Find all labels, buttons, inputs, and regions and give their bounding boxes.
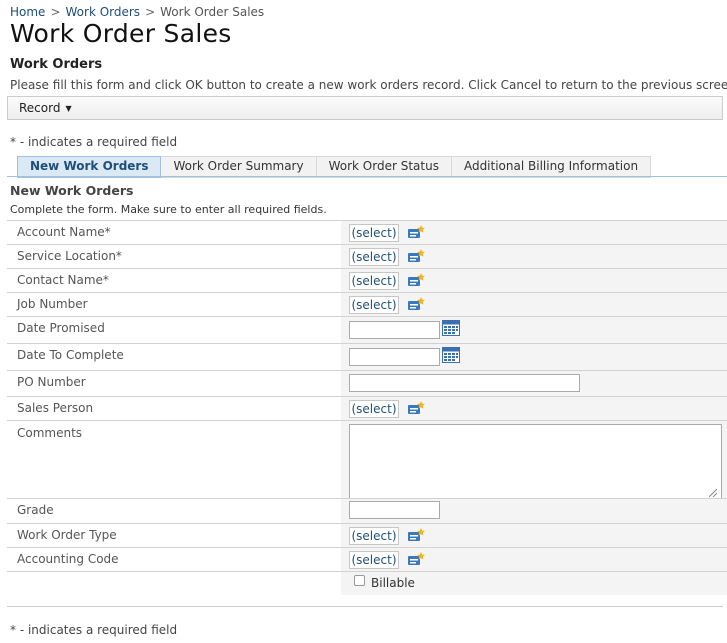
job-number-select-button[interactable]: (select) bbox=[349, 296, 399, 314]
breadcrumb-home[interactable]: Home bbox=[10, 5, 45, 19]
page-title: Work Order Sales bbox=[10, 19, 232, 48]
breadcrumb-current: Work Order Sales bbox=[160, 5, 265, 19]
form-title: New Work Orders bbox=[10, 183, 134, 198]
job-number-label: Job Number bbox=[17, 297, 88, 311]
record-toolbar: Record ▼ bbox=[7, 96, 723, 120]
lookup-icon[interactable] bbox=[407, 401, 425, 415]
row-job-number: Job Number (select) bbox=[7, 292, 727, 316]
date-promised-input[interactable] bbox=[349, 321, 440, 339]
required-field-note-bottom: * - indicates a required field bbox=[10, 623, 178, 637]
row-work-order-type: Work Order Type (select) bbox=[7, 523, 727, 547]
row-accounting-code: Accounting Code (select) bbox=[7, 547, 727, 571]
billable-checkbox[interactable] bbox=[354, 575, 365, 586]
service-location-label: Service Location* bbox=[17, 249, 122, 263]
row-contact-name: Contact Name* (select) bbox=[7, 268, 727, 292]
service-location-select-button[interactable]: (select) bbox=[349, 248, 399, 266]
row-account-name: Account Name* (select) bbox=[7, 220, 727, 244]
row-po-number: PO Number bbox=[7, 370, 727, 396]
accounting-code-label: Accounting Code bbox=[17, 552, 119, 566]
lookup-icon[interactable] bbox=[407, 528, 425, 542]
breadcrumb-separator: > bbox=[145, 5, 156, 19]
tab-work-order-summary[interactable]: Work Order Summary bbox=[161, 156, 317, 178]
form-description: Complete the form. Make sure to enter al… bbox=[10, 203, 327, 216]
date-to-complete-input[interactable] bbox=[349, 348, 440, 366]
account-name-select-button[interactable]: (select) bbox=[349, 224, 399, 242]
lookup-icon[interactable] bbox=[407, 552, 425, 566]
required-marker: * bbox=[104, 225, 111, 239]
required-marker: * bbox=[102, 273, 109, 287]
po-number-label: PO Number bbox=[17, 375, 86, 389]
lookup-icon[interactable] bbox=[407, 297, 425, 311]
billable-label[interactable]: Billable bbox=[371, 576, 415, 590]
contact-name-label: Contact Name* bbox=[17, 273, 109, 287]
row-date-to-complete: Date To Complete bbox=[7, 343, 727, 370]
breadcrumb-separator: > bbox=[50, 5, 61, 19]
work-order-type-select-button[interactable]: (select) bbox=[349, 527, 399, 545]
row-grade: Grade bbox=[7, 498, 727, 523]
tab-divider bbox=[7, 176, 727, 177]
lookup-icon[interactable] bbox=[407, 225, 425, 239]
work-order-type-label: Work Order Type bbox=[17, 528, 117, 542]
tab-work-order-status[interactable]: Work Order Status bbox=[316, 156, 452, 178]
tab-additional-billing-information[interactable]: Additional Billing Information bbox=[451, 156, 652, 178]
date-to-complete-label: Date To Complete bbox=[17, 348, 124, 362]
tab-new-work-orders[interactable]: New Work Orders bbox=[17, 156, 162, 178]
row-billable: Billable bbox=[7, 571, 727, 595]
grade-input[interactable] bbox=[349, 501, 440, 519]
accounting-code-select-button[interactable]: (select) bbox=[349, 551, 399, 569]
resize-grip-icon[interactable] bbox=[709, 489, 717, 497]
grade-label: Grade bbox=[17, 503, 54, 517]
po-number-input[interactable] bbox=[349, 374, 580, 392]
lookup-icon[interactable] bbox=[407, 249, 425, 263]
sales-person-select-button[interactable]: (select) bbox=[349, 400, 399, 418]
divider bbox=[7, 606, 723, 607]
date-promised-label: Date Promised bbox=[17, 321, 105, 335]
row-sales-person: Sales Person (select) bbox=[7, 396, 727, 420]
row-comments: Comments bbox=[7, 420, 727, 500]
lookup-icon[interactable] bbox=[407, 273, 425, 287]
section-title: Work Orders bbox=[10, 57, 103, 72]
account-name-label: Account Name* bbox=[17, 225, 111, 239]
record-menu-label: Record bbox=[19, 101, 61, 115]
record-menu-button[interactable]: Record ▼ bbox=[19, 101, 72, 115]
required-field-note-top: * - indicates a required field bbox=[10, 135, 178, 149]
required-marker: * bbox=[115, 249, 122, 263]
comments-textarea[interactable] bbox=[349, 424, 722, 500]
row-date-promised: Date Promised bbox=[7, 316, 727, 343]
contact-name-select-button[interactable]: (select) bbox=[349, 272, 399, 290]
instructions-text: Please fill this form and click OK butto… bbox=[10, 78, 727, 92]
caret-down-icon: ▼ bbox=[65, 104, 72, 113]
comments-label: Comments bbox=[17, 426, 83, 440]
breadcrumb-work-orders[interactable]: Work Orders bbox=[66, 5, 141, 19]
breadcrumb: Home > Work Orders > Work Order Sales bbox=[10, 5, 264, 19]
calendar-icon[interactable] bbox=[442, 320, 460, 336]
calendar-icon[interactable] bbox=[442, 347, 460, 363]
tab-bar: New Work Orders Work Order Summary Work … bbox=[17, 156, 652, 178]
row-service-location: Service Location* (select) bbox=[7, 244, 727, 268]
sales-person-label: Sales Person bbox=[17, 401, 94, 415]
